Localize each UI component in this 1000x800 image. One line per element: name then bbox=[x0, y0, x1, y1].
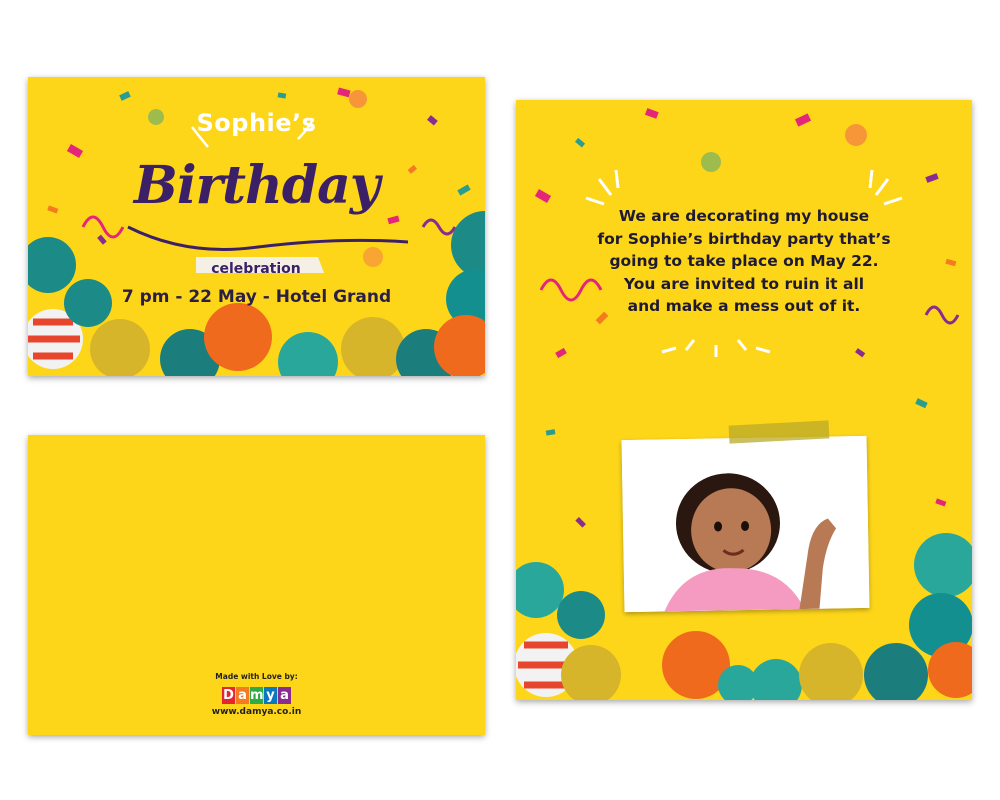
website-url: www.damya.co.in bbox=[211, 707, 302, 717]
logo-letter: a bbox=[278, 687, 291, 704]
front-title: Birthday bbox=[133, 155, 380, 216]
made-with-love-text: Made with Love by: bbox=[215, 672, 298, 681]
front-name: Sophie’s bbox=[196, 109, 317, 137]
message-line: You are invited to ruin it all bbox=[623, 274, 865, 293]
front-event-details: 7 pm - 22 May - Hotel Grand bbox=[121, 287, 392, 307]
message-line: We are decorating my house bbox=[618, 207, 870, 225]
logo-letter: D bbox=[222, 687, 235, 704]
child-photo bbox=[621, 435, 870, 613]
logo-letter: a bbox=[236, 687, 249, 704]
damya-logo: Damya bbox=[178, 684, 335, 704]
logo-letter: m bbox=[250, 687, 264, 704]
inside-card: We are decorating my house for Sophie’s … bbox=[516, 100, 972, 700]
message-line: going to take place on May 22. bbox=[609, 252, 879, 270]
front-card: Sophie’s Birthday celebration 7 pm - 22 … bbox=[28, 77, 485, 376]
message-line: for Sophie’s birthday party that’s bbox=[597, 229, 891, 248]
invitation-message: We are decorating my house for Sophie’s … bbox=[516, 205, 972, 318]
child-photo-image bbox=[621, 435, 870, 613]
logo-letter: y bbox=[264, 687, 277, 704]
front-subtitle: celebration bbox=[211, 261, 301, 277]
message-line: and make a mess out of it. bbox=[627, 297, 861, 315]
back-card: Made with Love by: Damya www.damya.co.in bbox=[28, 435, 485, 735]
